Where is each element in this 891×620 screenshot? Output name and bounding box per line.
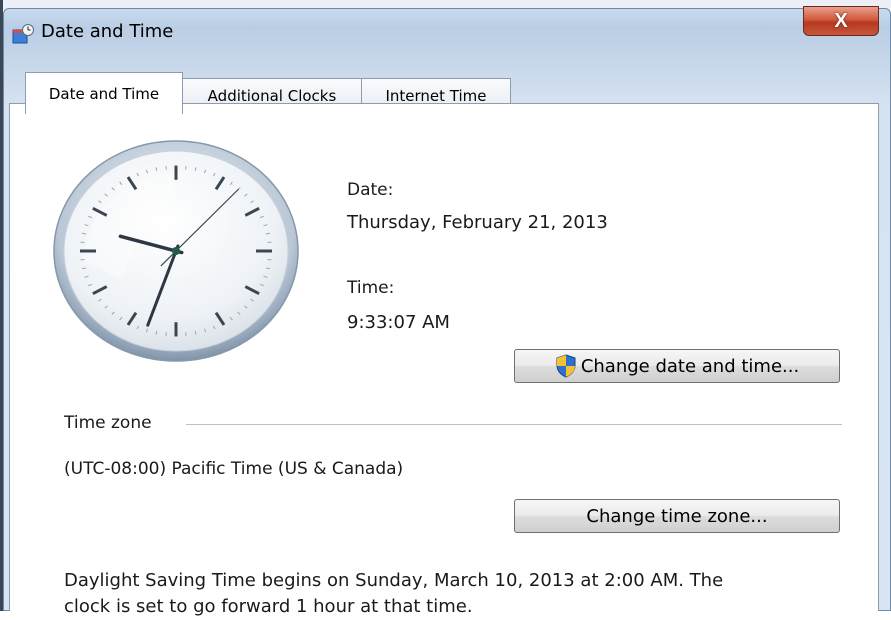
analog-clock — [52, 140, 304, 362]
close-button[interactable]: X — [803, 6, 879, 36]
dst-line-2: clock is set to go forward 1 hour at tha… — [64, 594, 854, 620]
tab-label: Date and Time — [49, 85, 159, 103]
change-time-zone-label: Change time zone... — [586, 506, 767, 527]
tab-label: Internet Time — [385, 87, 486, 105]
time-zone-value: (UTC-08:00) Pacific Time (US & Canada) — [64, 459, 403, 479]
tab-label: Additional Clocks — [208, 87, 337, 105]
dst-line-1: Daylight Saving Time begins on Sunday, M… — [64, 568, 854, 594]
change-date-time-button[interactable]: Change date and time... — [514, 349, 840, 383]
time-label: Time: — [347, 278, 394, 298]
time-value: 9:33:07 AM — [347, 312, 450, 333]
date-label: Date: — [347, 180, 393, 200]
time-zone-divider — [186, 424, 842, 425]
change-time-zone-button[interactable]: Change time zone... — [514, 499, 840, 533]
change-date-time-label: Change date and time... — [581, 356, 799, 377]
dst-notice: Daylight Saving Time begins on Sunday, M… — [64, 568, 854, 620]
date-value: Thursday, February 21, 2013 — [347, 212, 608, 233]
close-icon: X — [834, 10, 847, 33]
uac-shield-icon — [555, 354, 577, 378]
date-time-icon — [12, 24, 34, 44]
clock-center-pin — [172, 247, 180, 255]
title-bar[interactable]: Date and Time X — [3, 8, 891, 56]
window-title: Date and Time — [41, 21, 173, 42]
tab-date-and-time[interactable]: Date and Time — [25, 72, 183, 114]
time-zone-group-label: Time zone — [64, 413, 152, 433]
